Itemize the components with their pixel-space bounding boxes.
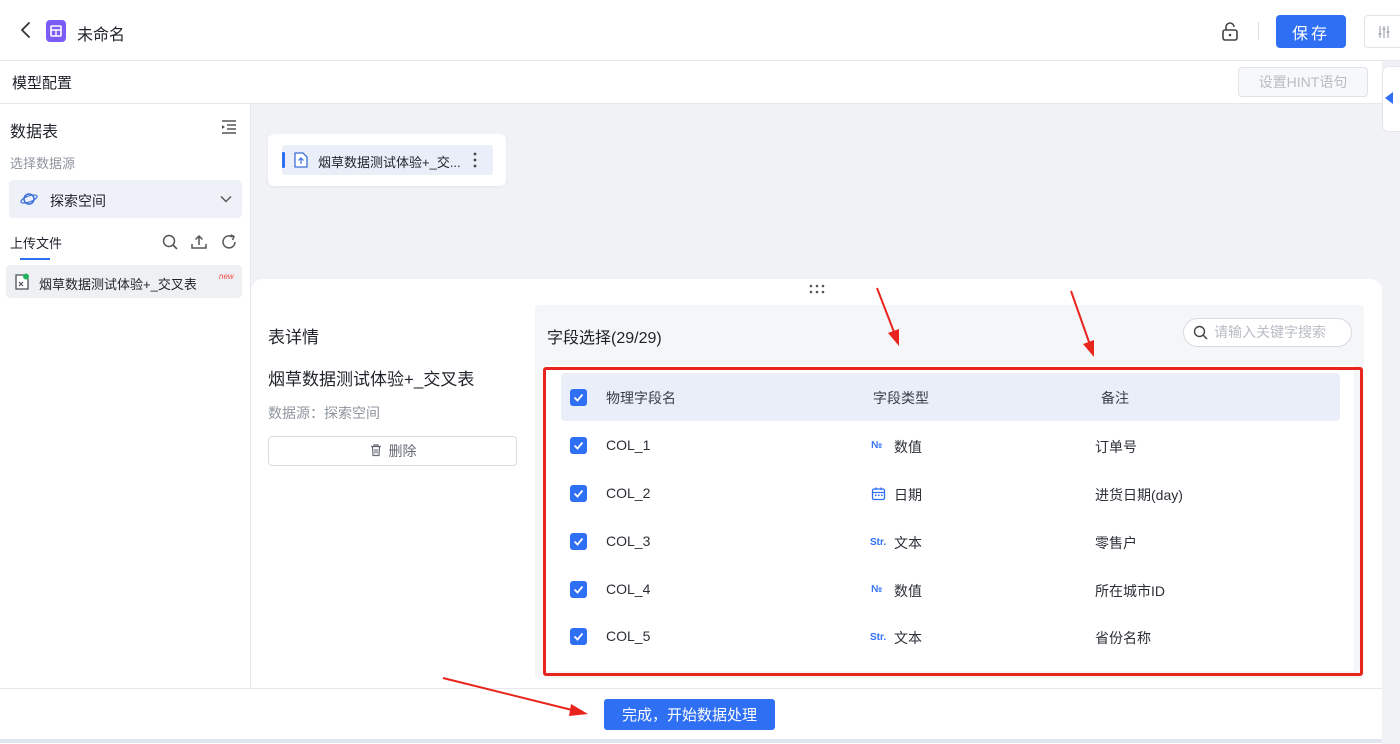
field-note: 订单号 bbox=[1095, 439, 1137, 455]
upload-icon[interactable] bbox=[190, 233, 208, 251]
collapse-arrow-icon[interactable] bbox=[1385, 92, 1393, 104]
page-title: 未命名 bbox=[77, 27, 126, 44]
refresh-icon[interactable] bbox=[220, 233, 238, 251]
text-type-icon: Str. bbox=[870, 537, 887, 548]
excel-file-icon bbox=[14, 273, 30, 291]
field-type: 文本 bbox=[894, 630, 922, 646]
section-title: 模型配置 bbox=[12, 75, 73, 92]
field-type: 文本 bbox=[894, 535, 922, 551]
tab-upload-file[interactable]: 上传文件 bbox=[10, 233, 62, 252]
field-search-input[interactable] bbox=[1214, 321, 1346, 343]
field-name: COL_5 bbox=[606, 628, 651, 644]
number-type-icon: № bbox=[871, 440, 883, 451]
bottom-border bbox=[0, 739, 1382, 743]
field-name: COL_3 bbox=[606, 533, 651, 549]
row-checkbox[interactable] bbox=[570, 485, 587, 502]
table-header bbox=[561, 373, 1340, 421]
field-name: COL_2 bbox=[606, 485, 651, 501]
settings-sliders-icon[interactable] bbox=[1364, 15, 1400, 48]
delete-button[interactable]: 删除 bbox=[268, 436, 517, 466]
source-label: 选择数据源 bbox=[10, 156, 76, 171]
row-checkbox[interactable] bbox=[570, 581, 587, 598]
field-name: COL_1 bbox=[606, 437, 651, 453]
row-checkbox[interactable] bbox=[570, 628, 587, 645]
source-value: 探索空间 bbox=[50, 193, 106, 209]
model-canvas bbox=[251, 104, 1382, 279]
config-bar bbox=[0, 61, 1382, 104]
calendar-icon bbox=[871, 486, 886, 501]
field-note: 进货日期(day) bbox=[1095, 487, 1183, 503]
back-arrow-icon[interactable] bbox=[14, 18, 38, 42]
tab-underline bbox=[20, 258, 50, 260]
finish-button[interactable]: 完成，开始数据处理 bbox=[604, 699, 775, 730]
drag-handle-icon[interactable] bbox=[807, 281, 827, 294]
field-name: COL_4 bbox=[606, 581, 651, 597]
field-type: 日期 bbox=[894, 487, 922, 503]
more-vertical-icon[interactable] bbox=[472, 150, 478, 170]
field-type: 数值 bbox=[894, 583, 922, 599]
lock-icon[interactable] bbox=[1219, 20, 1241, 42]
save-button[interactable]: 保存 bbox=[1276, 15, 1346, 48]
divider bbox=[1258, 22, 1259, 40]
list-collapse-icon[interactable] bbox=[220, 119, 238, 135]
data-source-text: 数据源：探索空间 bbox=[268, 405, 380, 421]
detail-heading: 表详情 bbox=[268, 328, 319, 347]
trash-icon bbox=[369, 443, 383, 460]
row-checkbox[interactable] bbox=[570, 533, 587, 550]
row-checkbox[interactable] bbox=[570, 437, 587, 454]
planet-icon bbox=[20, 190, 38, 208]
table-name: 烟草数据测试体验+_交叉表 bbox=[268, 370, 475, 389]
field-type: 数值 bbox=[894, 439, 922, 455]
node-label: 烟草数据测试体验+_交... bbox=[318, 155, 461, 170]
app-logo-icon bbox=[46, 20, 66, 42]
number-type-icon: № bbox=[871, 584, 883, 595]
text-type-icon: Str. bbox=[870, 632, 887, 643]
field-note: 所在城市ID bbox=[1095, 583, 1165, 599]
right-panel-strip bbox=[1382, 61, 1400, 743]
search-icon[interactable] bbox=[161, 233, 179, 251]
select-all-checkbox[interactable] bbox=[570, 389, 587, 406]
field-selection-title: 字段选择(29/29) bbox=[547, 330, 662, 347]
node-accent-bar bbox=[282, 152, 285, 168]
file-name: 烟草数据测试体验+_交叉表 bbox=[39, 277, 197, 292]
column-header-field-type: 字段类型 bbox=[873, 390, 929, 406]
field-note: 零售户 bbox=[1095, 535, 1137, 551]
top-bar bbox=[0, 0, 1400, 61]
delete-label: 删除 bbox=[388, 443, 417, 459]
search-icon bbox=[1193, 325, 1208, 340]
chevron-down-icon[interactable] bbox=[219, 192, 233, 206]
sidebar-title: 数据表 bbox=[10, 124, 59, 141]
field-note: 省份名称 bbox=[1095, 630, 1151, 646]
column-header-note: 备注 bbox=[1101, 390, 1129, 406]
source-select[interactable] bbox=[9, 180, 242, 218]
column-header-field-name: 物理字段名 bbox=[606, 390, 676, 406]
hint-button[interactable]: 设置HINT语句 bbox=[1238, 67, 1368, 97]
new-badge: new bbox=[219, 272, 234, 281]
upload-file-icon bbox=[293, 151, 309, 169]
